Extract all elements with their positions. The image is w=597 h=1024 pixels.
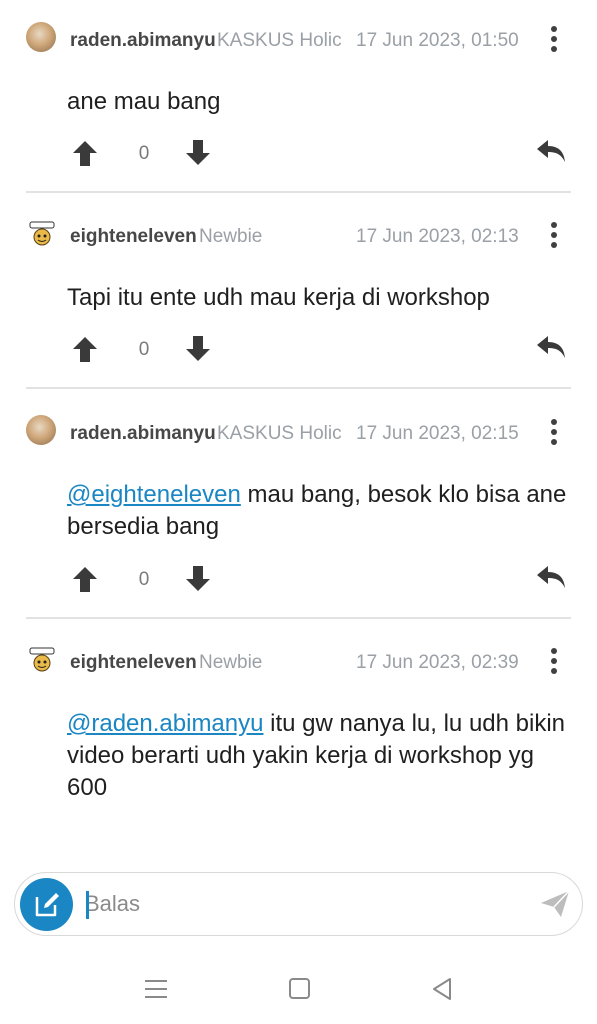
comment-header: eighteneleven Newbie 17 Jun 2023, 02:13 (0, 216, 597, 256)
recent-apps-icon[interactable] (145, 978, 169, 1000)
more-options-icon[interactable] (542, 220, 566, 252)
downvote-icon[interactable] (183, 564, 213, 594)
comment-actions: 0 (0, 136, 597, 172)
more-options-icon[interactable] (542, 24, 566, 56)
comment-body: ane mau bang (67, 86, 567, 118)
more-options-icon[interactable] (542, 646, 566, 678)
mention-link[interactable]: @raden.abimanyu (67, 710, 263, 737)
back-icon[interactable] (430, 976, 454, 1002)
text-caret (86, 891, 89, 919)
compose-button[interactable] (20, 878, 73, 931)
comment-date: 17 Jun 2023, 02:15 (356, 423, 519, 444)
comment-header: raden.abimanyu KASKUS Holic 17 Jun 2023,… (0, 413, 597, 453)
comment-text: ane mau bang (67, 88, 221, 115)
upvote-icon[interactable] (70, 334, 100, 364)
newbie-badge-avatar[interactable] (28, 220, 56, 248)
username[interactable]: eighteneleven (70, 226, 197, 248)
comment-header: raden.abimanyu KASKUS Holic 17 Jun 2023,… (0, 20, 597, 60)
user-rank: KASKUS Holic (217, 30, 342, 51)
reply-icon[interactable] (534, 332, 568, 362)
upvote-icon[interactable] (70, 138, 100, 168)
user-rank: KASKUS Holic (217, 423, 342, 444)
username[interactable]: raden.abimanyu (70, 423, 216, 445)
comment-text: Tapi itu ente udh mau kerja di workshop (67, 284, 490, 311)
comment-date: 17 Jun 2023, 02:39 (356, 652, 519, 673)
comment-date: 17 Jun 2023, 01:50 (356, 30, 519, 51)
comment-header: eighteneleven Newbie 17 Jun 2023, 02:39 (0, 642, 597, 682)
reply-icon[interactable] (534, 136, 568, 166)
system-nav-bar (0, 960, 597, 1024)
send-icon[interactable] (539, 889, 571, 919)
vote-count: 0 (138, 143, 150, 164)
reply-composer (14, 872, 583, 936)
username[interactable]: raden.abimanyu (70, 30, 216, 52)
upvote-icon[interactable] (70, 564, 100, 594)
comment-date: 17 Jun 2023, 02:13 (356, 226, 519, 247)
user-rank: Newbie (199, 652, 263, 673)
comment-body: Tapi itu ente udh mau kerja di workshop (67, 282, 567, 314)
edit-icon (35, 893, 59, 917)
divider (26, 617, 571, 619)
vote-count: 0 (138, 569, 150, 590)
divider (26, 387, 571, 389)
newbie-badge-avatar[interactable] (28, 646, 56, 674)
user-rank: Newbie (199, 226, 263, 247)
username[interactable]: eighteneleven (70, 652, 197, 674)
mention-link[interactable]: @eighteneleven (67, 481, 241, 508)
comment-body: @raden.abimanyu itu gw nanya lu, lu udh … (67, 708, 567, 804)
comment-actions: 0 (0, 562, 597, 598)
reply-input[interactable] (85, 883, 525, 925)
divider (26, 191, 571, 193)
comment-actions: 0 (0, 332, 597, 368)
comment-body: @eighteneleven mau bang, besok klo bisa … (67, 479, 567, 543)
reply-icon[interactable] (534, 562, 568, 592)
user-avatar[interactable] (26, 415, 56, 445)
vote-count: 0 (138, 339, 150, 360)
user-avatar[interactable] (26, 22, 56, 52)
home-icon[interactable] (289, 978, 310, 999)
more-options-icon[interactable] (542, 417, 566, 449)
downvote-icon[interactable] (183, 138, 213, 168)
downvote-icon[interactable] (183, 334, 213, 364)
